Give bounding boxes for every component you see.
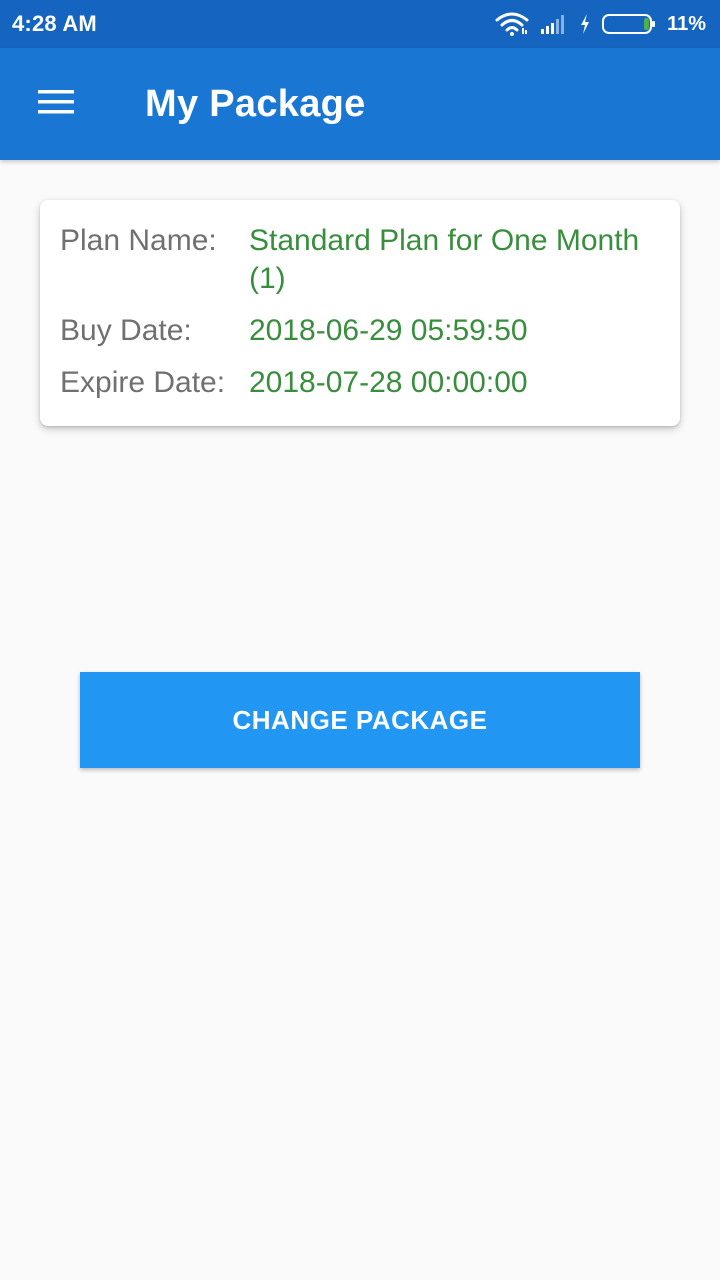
hamburger-menu-icon [38,89,74,120]
plan-name-row: Plan Name: Standard Plan for One Month (… [60,222,660,298]
signal-icon [539,13,569,35]
buy-date-row: Buy Date: 2018-06-29 05:59:50 [60,312,660,350]
status-bar: 4:28 AM 11% [0,0,720,48]
expire-date-value: 2018-07-28 00:00:00 [249,366,528,399]
battery-percent: 11% [667,12,706,35]
plan-name-label: Plan Name: [60,224,217,257]
charging-icon [579,13,591,35]
expire-date-label: Expire Date: [60,366,226,399]
wifi-icon [495,12,529,36]
plan-name-value: Standard Plan for One Month (1) [249,224,640,295]
buy-date-value: 2018-06-29 05:59:50 [249,314,528,347]
status-time: 4:28 AM [12,11,97,36]
page-title: My Package [145,82,366,125]
package-details-card: Plan Name: Standard Plan for One Month (… [40,200,680,426]
status-icons: 11% [495,12,706,36]
battery-icon [601,12,657,36]
menu-button[interactable] [0,48,112,160]
app-bar: My Package [0,48,720,160]
change-package-button[interactable]: CHANGE PACKAGE [80,672,640,768]
expire-date-row: Expire Date: 2018-07-28 00:00:00 [60,364,660,402]
buy-date-label: Buy Date: [60,314,192,347]
